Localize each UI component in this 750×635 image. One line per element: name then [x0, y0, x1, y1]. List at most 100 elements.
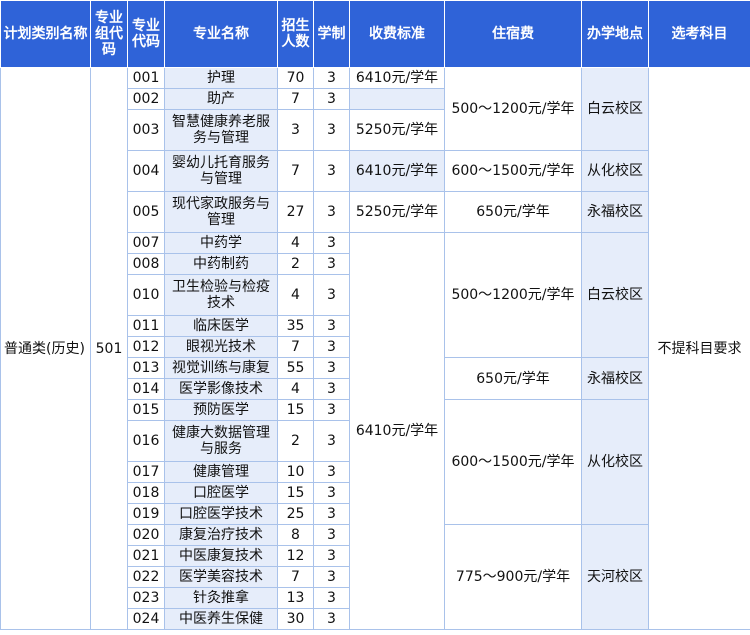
major-name-cell: 口腔医学: [164, 482, 278, 504]
duration-cell: 3: [313, 315, 350, 337]
major-code-cell: 019: [127, 503, 165, 525]
major-name-cell: 健康管理: [164, 461, 278, 483]
major-code-cell: 016: [127, 420, 165, 462]
major-name-cell: 中药制药: [164, 253, 278, 275]
enrollment-cell: 25: [277, 503, 314, 525]
duration-cell: 3: [313, 608, 350, 630]
major-code-cell: 022: [127, 566, 165, 588]
major-code-cell: 015: [127, 399, 165, 421]
enrollment-cell: 7: [277, 150, 314, 192]
major-name-cell: 卫生检验与检疫技术: [164, 274, 278, 316]
major-name-cell: 口腔医学技术: [164, 503, 278, 525]
lodging-cell: 650元/学年: [444, 357, 582, 400]
enrollment-cell: 4: [277, 378, 314, 400]
duration-cell: 3: [313, 420, 350, 462]
major-name-cell: 中医养生保健: [164, 608, 278, 630]
subject-req-cell: 不提科目要求: [648, 67, 750, 630]
header-row: 计划类别名称 专业组代码 专业代码 专业名称 招生人数 学制 收费标准 住宿费 …: [0, 0, 750, 68]
enrollment-plan-table: 计划类别名称 专业组代码 专业代码 专业名称 招生人数 学制 收费标准 住宿费 …: [0, 0, 750, 630]
category-cell: 普通类(历史): [0, 67, 91, 630]
enrollment-cell: 8: [277, 524, 314, 546]
header-subject-req: 选考科目: [648, 0, 750, 68]
duration-cell: 3: [313, 524, 350, 546]
tuition-cell: [349, 88, 445, 110]
duration-cell: 3: [313, 378, 350, 400]
major-code-cell: 017: [127, 461, 165, 483]
tuition-cell: 6410元/学年: [349, 67, 445, 89]
duration-cell: 3: [313, 336, 350, 358]
major-name-cell: 现代家政服务与管理: [164, 191, 278, 233]
lodging-cell: 500～1200元/学年: [444, 67, 582, 151]
major-code-cell: 003: [127, 109, 165, 151]
major-code-cell: 011: [127, 315, 165, 337]
enrollment-cell: 35: [277, 315, 314, 337]
duration-cell: 3: [313, 109, 350, 151]
header-campus: 办学地点: [581, 0, 649, 68]
duration-cell: 3: [313, 67, 350, 89]
duration-cell: 3: [313, 274, 350, 316]
major-name-cell: 视觉训练与康复: [164, 357, 278, 379]
major-name-cell: 护理: [164, 67, 278, 89]
major-name-cell: 眼视光技术: [164, 336, 278, 358]
major-name-cell: 医学影像技术: [164, 378, 278, 400]
major-name-cell: 预防医学: [164, 399, 278, 421]
enrollment-cell: 30: [277, 608, 314, 630]
enrollment-cell: 4: [277, 274, 314, 316]
lodging-cell: 775～900元/学年: [444, 524, 582, 630]
enrollment-cell: 2: [277, 253, 314, 275]
header-lodging: 住宿费: [444, 0, 582, 68]
header-group-code: 专业组代码: [90, 0, 128, 68]
header-major-code: 专业代码: [127, 0, 165, 68]
major-code-cell: 007: [127, 232, 165, 254]
enrollment-cell: 70: [277, 67, 314, 89]
major-code-cell: 014: [127, 378, 165, 400]
major-code-cell: 023: [127, 587, 165, 609]
campus-cell: 白云校区: [581, 232, 649, 358]
header-category: 计划类别名称: [0, 0, 91, 68]
duration-cell: 3: [313, 566, 350, 588]
major-code-cell: 005: [127, 191, 165, 233]
enrollment-cell: 7: [277, 88, 314, 110]
header-tuition: 收费标准: [349, 0, 445, 68]
tuition-cell: 5250元/学年: [349, 191, 445, 233]
major-code-cell: 001: [127, 67, 165, 89]
duration-cell: 3: [313, 399, 350, 421]
duration-cell: 3: [313, 357, 350, 379]
duration-cell: 3: [313, 191, 350, 233]
tuition-cell: 6410元/学年: [349, 150, 445, 192]
duration-cell: 3: [313, 232, 350, 254]
major-code-cell: 024: [127, 608, 165, 630]
major-code-cell: 013: [127, 357, 165, 379]
major-name-cell: 中医康复技术: [164, 545, 278, 567]
duration-cell: 3: [313, 253, 350, 275]
major-name-cell: 婴幼儿托育服务与管理: [164, 150, 278, 192]
enrollment-cell: 4: [277, 232, 314, 254]
major-name-cell: 针灸推拿: [164, 587, 278, 609]
campus-cell: 从化校区: [581, 399, 649, 525]
major-name-cell: 临床医学: [164, 315, 278, 337]
major-name-cell: 中药学: [164, 232, 278, 254]
enrollment-cell: 7: [277, 336, 314, 358]
duration-cell: 3: [313, 461, 350, 483]
major-code-cell: 020: [127, 524, 165, 546]
major-name-cell: 健康大数据管理与服务: [164, 420, 278, 462]
enrollment-cell: 7: [277, 566, 314, 588]
enrollment-cell: 15: [277, 399, 314, 421]
major-name-cell: 康复治疗技术: [164, 524, 278, 546]
major-code-cell: 002: [127, 88, 165, 110]
duration-cell: 3: [313, 503, 350, 525]
lodging-cell: 600～1500元/学年: [444, 399, 582, 525]
major-code-cell: 010: [127, 274, 165, 316]
major-code-cell: 012: [127, 336, 165, 358]
lodging-cell: 600～1500元/学年: [444, 150, 582, 192]
enrollment-cell: 13: [277, 587, 314, 609]
major-code-cell: 004: [127, 150, 165, 192]
duration-cell: 3: [313, 545, 350, 567]
campus-cell: 从化校区: [581, 150, 649, 192]
campus-cell: 白云校区: [581, 67, 649, 151]
enrollment-cell: 10: [277, 461, 314, 483]
major-code-cell: 021: [127, 545, 165, 567]
tuition-cell: 6410元/学年: [349, 232, 445, 630]
campus-cell: 天河校区: [581, 524, 649, 630]
enrollment-cell: 27: [277, 191, 314, 233]
